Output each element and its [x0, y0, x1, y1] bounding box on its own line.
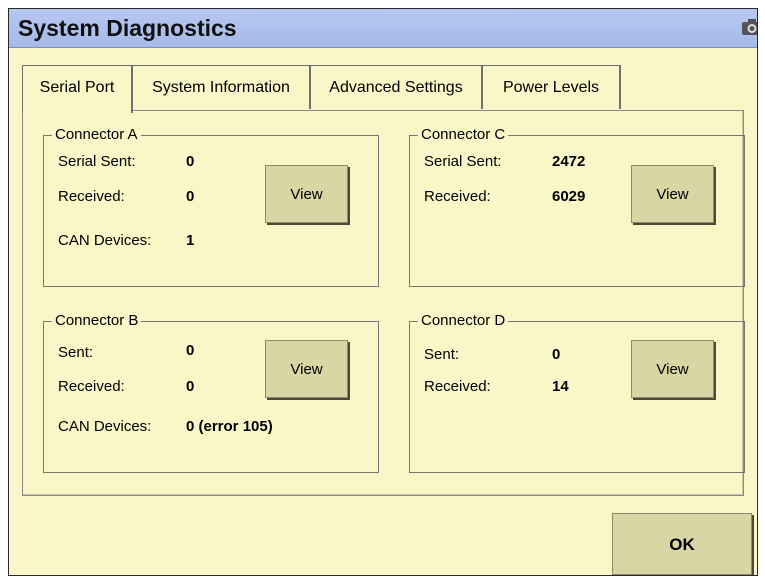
- connector-d-sent-value: 0: [552, 346, 561, 363]
- system-diagnostics-window: System Diagnostics Serial Port System In…: [8, 8, 758, 576]
- tab-advanced-settings[interactable]: Advanced Settings: [311, 65, 483, 109]
- connector-a-serial-sent-label: Serial Sent:: [58, 153, 136, 170]
- tab-system-information[interactable]: System Information: [133, 65, 311, 109]
- connector-d-group: Connector D Sent: 0 Received: 14 View: [409, 312, 745, 473]
- connector-c-received-label: Received:: [424, 188, 491, 205]
- connector-b-can-devices-value: 0 (error 105): [186, 418, 273, 435]
- connector-d-view-button[interactable]: View: [631, 340, 714, 398]
- connector-c-serial-sent-label: Serial Sent:: [424, 153, 502, 170]
- connector-a-group: Connector A Serial Sent: 0 Received: 0 C…: [43, 126, 379, 287]
- connector-b-sent-label: Sent:: [58, 344, 94, 361]
- connector-b-received-label: Received:: [58, 378, 125, 395]
- serial-port-panel: Connector A Serial Sent: 0 Received: 0 C…: [22, 110, 745, 496]
- connector-b-view-button[interactable]: View: [265, 340, 348, 398]
- connector-c-received-value: 6029: [552, 188, 586, 205]
- connector-c-title: Connector C: [418, 126, 509, 143]
- connector-b-title: Connector B: [52, 312, 142, 329]
- camera-icon[interactable]: [741, 18, 757, 36]
- connector-b-can-devices-label: CAN Devices:: [58, 418, 152, 435]
- connector-c-serial-sent-value: 2472: [552, 153, 586, 170]
- connector-a-serial-sent-value: 0: [186, 153, 195, 170]
- tab-power-levels[interactable]: Power Levels: [483, 65, 621, 109]
- title-bar: System Diagnostics: [9, 9, 757, 48]
- connector-a-can-devices-value: 1: [186, 232, 195, 249]
- connector-a-received-label: Received:: [58, 188, 125, 205]
- connector-a-view-button[interactable]: View: [265, 165, 348, 223]
- connector-c-group: Connector C Serial Sent: 2472 Received: …: [409, 126, 745, 287]
- connector-b-received-value: 0: [186, 378, 195, 395]
- connector-a-title: Connector A: [52, 126, 141, 143]
- connector-b-sent-value: 0: [186, 342, 195, 359]
- tab-serial-port[interactable]: Serial Port: [22, 65, 133, 113]
- window-title: System Diagnostics: [18, 15, 237, 41]
- connector-d-received-value: 14: [552, 378, 569, 395]
- connector-a-received-value: 0: [186, 188, 195, 205]
- connector-c-view-button[interactable]: View: [631, 165, 714, 223]
- ok-button[interactable]: OK: [612, 513, 752, 575]
- connector-d-sent-label: Sent:: [424, 346, 460, 363]
- connector-d-received-label: Received:: [424, 378, 491, 395]
- connector-a-can-devices-label: CAN Devices:: [58, 232, 152, 249]
- connector-b-group: Connector B Sent: 0 Received: 0 CAN Devi…: [43, 312, 379, 473]
- connector-d-title: Connector D: [418, 312, 509, 329]
